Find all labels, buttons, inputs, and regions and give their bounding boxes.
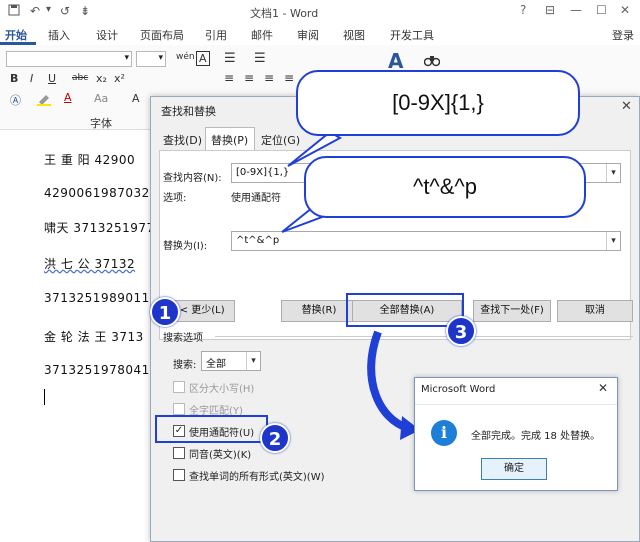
divider — [415, 404, 617, 405]
step-badge-2: 2 — [260, 423, 290, 453]
close-icon[interactable]: ✕ — [598, 381, 608, 395]
message-text: 全部完成。完成 18 处替换。 — [471, 431, 601, 442]
step-badge-3: 3 — [446, 316, 476, 346]
info-icon: i — [431, 420, 457, 446]
message-box-title: Microsoft Word — [421, 384, 496, 395]
step-badge-1: 1 — [150, 297, 180, 327]
message-box: Microsoft Word ✕ i 全部完成。完成 18 处替换。 确定 — [414, 377, 618, 491]
find-pattern-callout: [0-9X]{1,} — [296, 70, 580, 136]
ok-button[interactable]: 确定 — [481, 458, 547, 480]
replace-pattern-callout: ^t^&^p — [304, 156, 586, 218]
